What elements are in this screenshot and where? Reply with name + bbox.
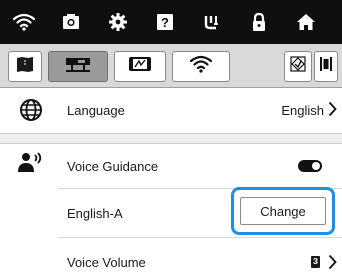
tab-network[interactable] — [172, 51, 230, 82]
scroll-end-button[interactable] — [314, 51, 338, 82]
tab-general[interactable] — [8, 51, 42, 82]
gear-icon[interactable] — [94, 0, 141, 44]
chevron-right-icon — [328, 101, 337, 122]
settings-tab-bar — [0, 44, 342, 88]
voice-volume-row[interactable]: Voice Volume — [0, 238, 342, 280]
scroll-bracket-icon — [318, 55, 334, 78]
toggle-knob — [312, 162, 320, 170]
sewing-machine-icon — [63, 54, 93, 79]
tab-sewing[interactable] — [48, 51, 108, 82]
memory-icon — [289, 55, 307, 78]
svg-text:?: ? — [161, 15, 169, 30]
memory-button[interactable] — [284, 51, 312, 82]
change-button[interactable]: Change — [240, 197, 326, 225]
needle-icon[interactable] — [188, 0, 235, 44]
voice-volume-value: 3 — [311, 256, 320, 268]
section-separator — [0, 133, 342, 144]
chevron-right-icon[interactable] — [328, 254, 337, 275]
voice-volume-label: Voice Volume — [67, 255, 146, 270]
embroidery-frame-icon — [127, 55, 153, 78]
tab-embroidery[interactable] — [114, 51, 166, 82]
lock-icon[interactable] — [235, 0, 282, 44]
wifi-icon[interactable] — [0, 0, 47, 44]
voice-icon — [16, 148, 46, 178]
home-icon[interactable] — [282, 0, 329, 44]
voice-guidance-toggle[interactable] — [298, 160, 322, 172]
voice-name-label: English-A — [67, 206, 123, 221]
voice-guidance-label: Voice Guidance — [67, 159, 159, 174]
wifi-icon — [189, 55, 213, 78]
language-value: English — [281, 103, 324, 118]
book-icon — [15, 55, 35, 78]
camera-icon[interactable] — [47, 0, 94, 44]
voice-guidance-row: Voice Guidance — [0, 144, 342, 188]
language-label: Language — [67, 103, 125, 118]
top-nav-bar: ? — [0, 0, 342, 44]
help-icon[interactable]: ? — [141, 0, 188, 44]
change-button-highlight: Change — [231, 187, 335, 235]
globe-icon — [16, 95, 46, 125]
language-row[interactable]: Language English — [0, 88, 342, 133]
